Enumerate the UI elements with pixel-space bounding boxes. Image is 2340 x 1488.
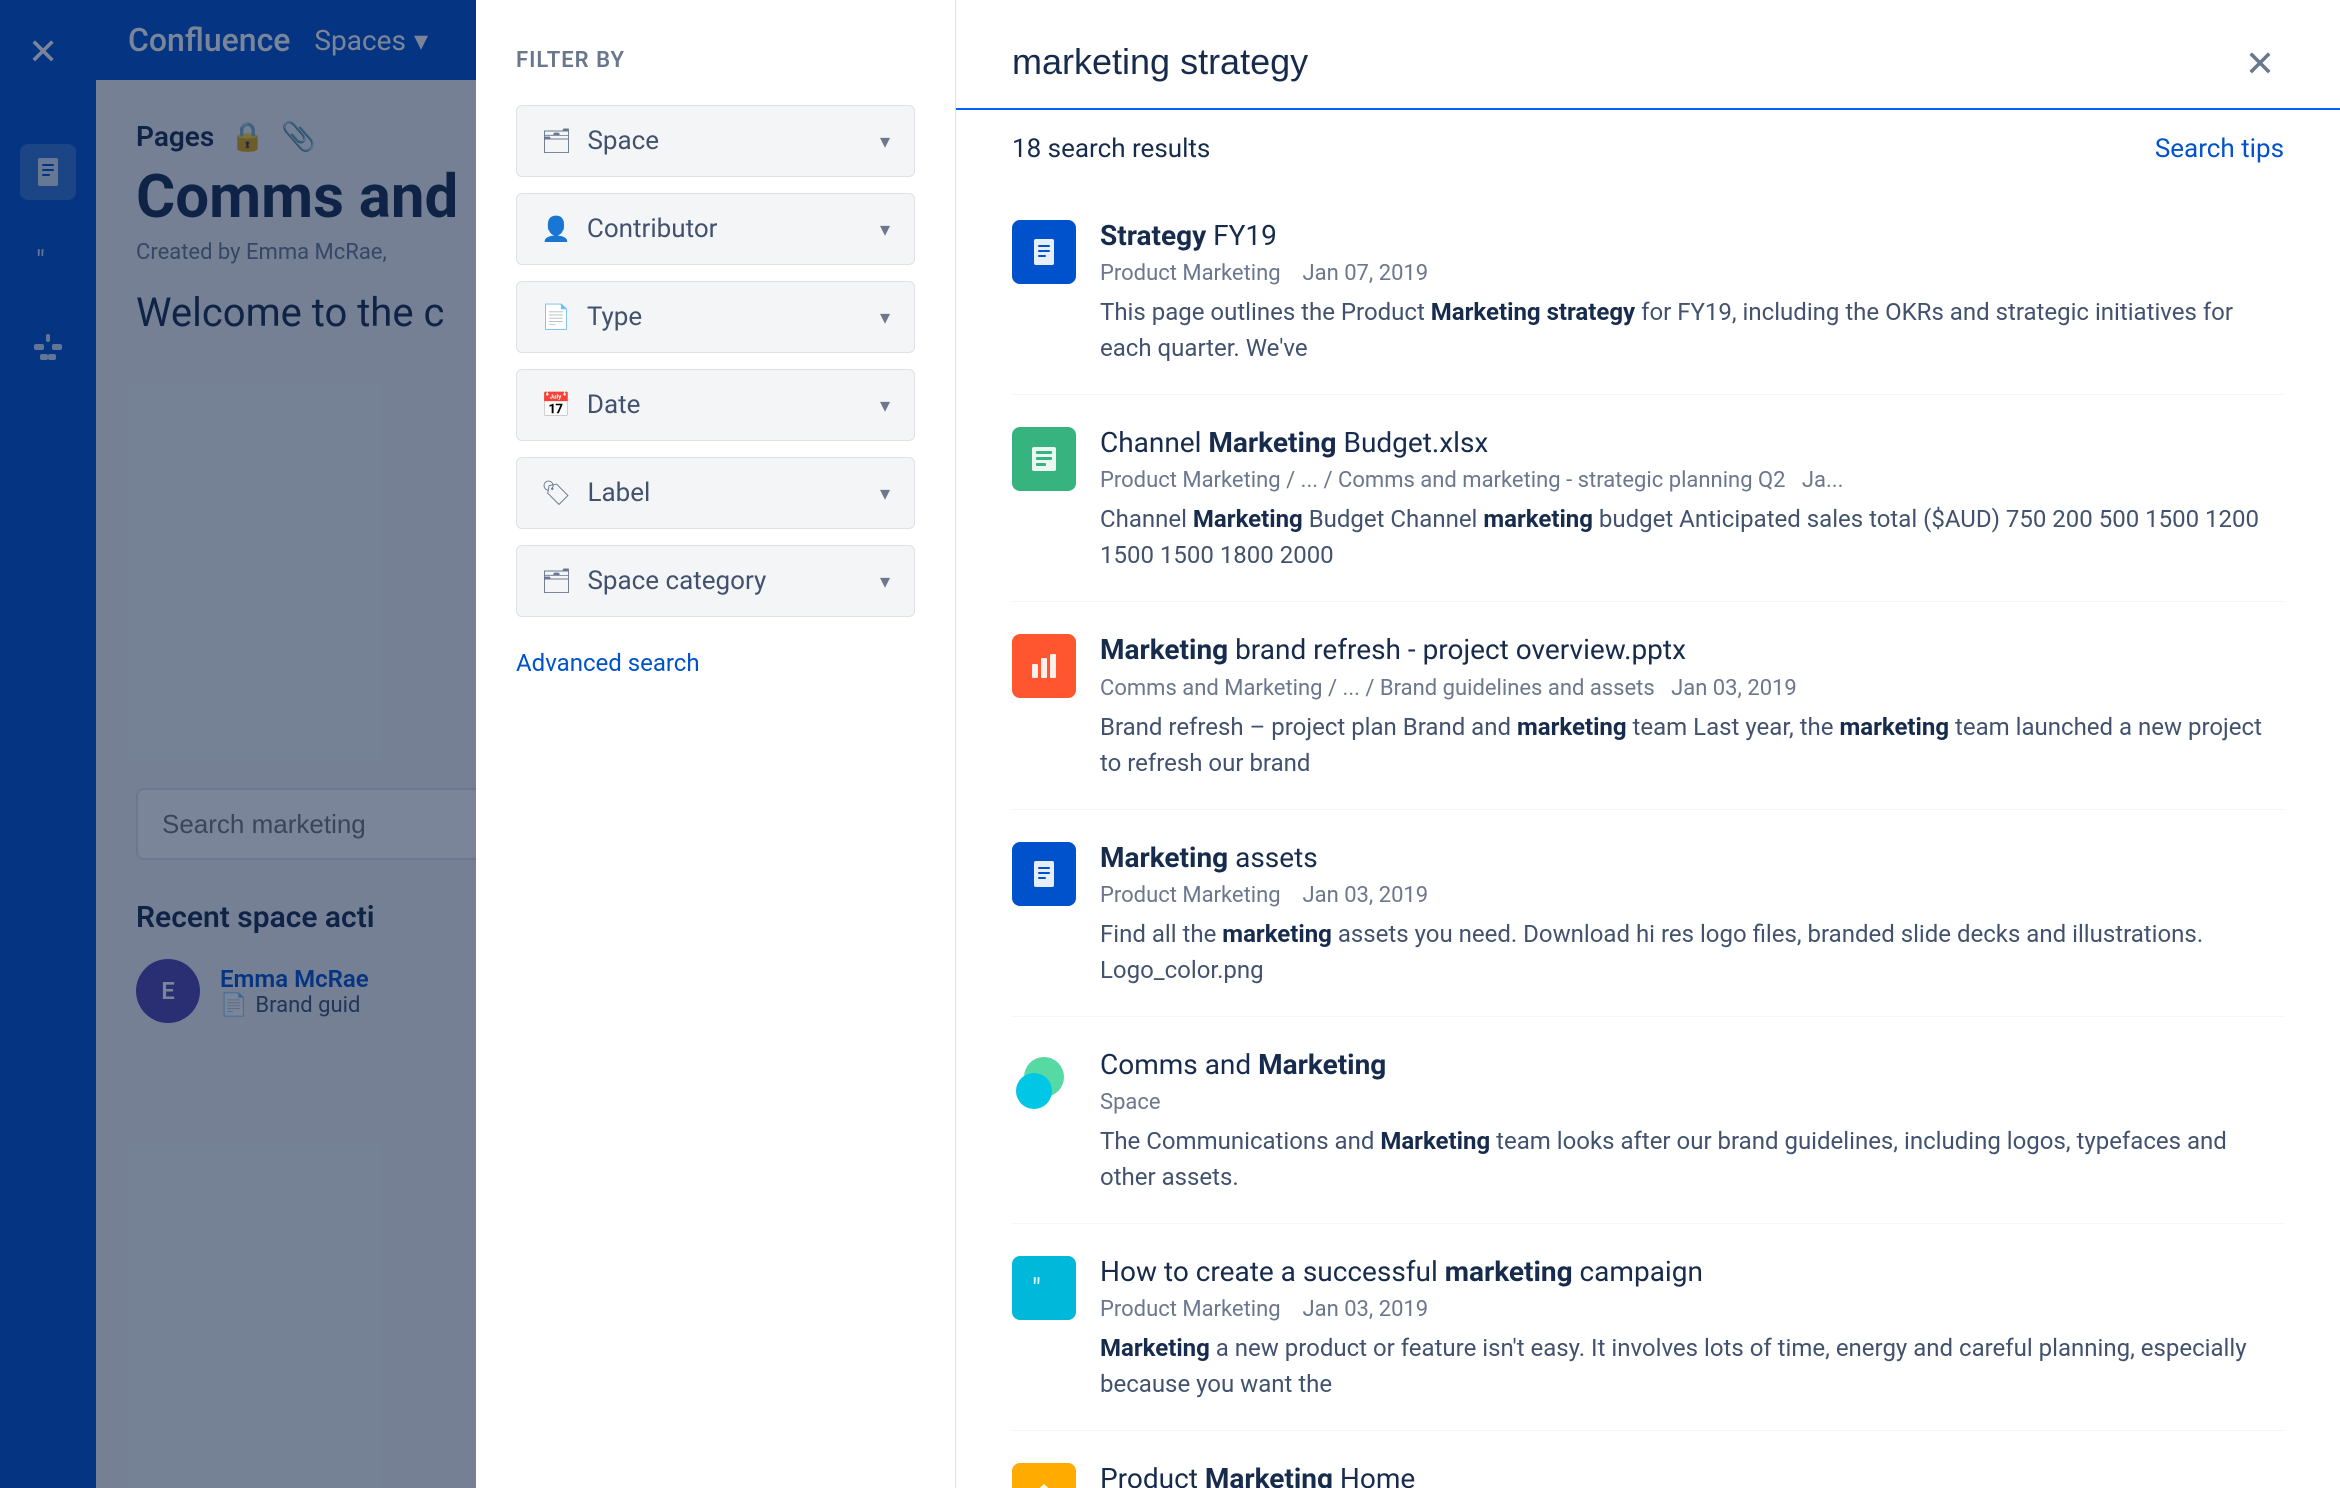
contributor-chevron-icon: ▾ [880, 217, 890, 241]
result-title: Product Marketing Home [1100, 1459, 2284, 1488]
result-content: How to create a successful marketing cam… [1100, 1252, 2284, 1402]
result-item[interactable]: Channel Marketing Budget.xlsx Product Ma… [1012, 395, 2284, 602]
date-chevron-icon: ▾ [880, 393, 890, 417]
contributor-filter-icon: 👤 [541, 215, 571, 243]
result-item[interactable]: Comms and Marketing Space The Communicat… [1012, 1017, 2284, 1224]
result-content: Marketing assets Product Marketing Jan 0… [1100, 838, 2284, 988]
svg-text:": " [1032, 1272, 1041, 1304]
result-meta: Product Marketing / ... / Comms and mark… [1100, 468, 2284, 493]
filter-space-category[interactable]: 🗂 Space category ▾ [516, 545, 915, 617]
result-title: Marketing brand refresh - project overvi… [1100, 630, 2284, 669]
result-meta: Space [1100, 1090, 2284, 1115]
result-item[interactable]: Marketing assets Product Marketing Jan 0… [1012, 810, 2284, 1017]
result-item[interactable]: Product Marketing Home Product Marketing… [1012, 1431, 2284, 1488]
results-count: 18 search results [1012, 134, 1210, 164]
filter-contributor-label: Contributor [587, 214, 880, 244]
space-chevron-icon: ▾ [880, 129, 890, 153]
result-title: Strategy FY19 [1100, 216, 2284, 255]
result-icon-quote: " [1012, 1256, 1076, 1320]
results-panel: ✕ 18 search results Search tips [956, 0, 2340, 1488]
filter-type-label: Type [587, 302, 880, 332]
result-snippet: This page outlines the Product Marketing… [1100, 294, 2284, 366]
advanced-search-link[interactable]: Advanced search [516, 649, 700, 677]
filter-label-label: Label [587, 478, 879, 508]
result-icon-space [1012, 1049, 1076, 1113]
result-meta: Product Marketing Jan 03, 2019 [1100, 1297, 2284, 1322]
result-content: Strategy FY19 Product Marketing Jan 07, … [1100, 216, 2284, 366]
result-icon-doc [1012, 220, 1076, 284]
result-title: Comms and Marketing [1100, 1045, 2284, 1084]
space-filter-icon: 🗂 [541, 127, 571, 155]
result-snippet: Marketing a new product or feature isn't… [1100, 1330, 2284, 1402]
search-input-area: ✕ [956, 0, 2340, 110]
space-category-filter-icon: 🗂 [541, 567, 571, 595]
result-title: How to create a successful marketing cam… [1100, 1252, 2284, 1291]
result-title: Channel Marketing Budget.xlsx [1100, 423, 2284, 462]
result-icon-home [1012, 1463, 1076, 1488]
result-snippet: Channel Marketing Budget Channel marketi… [1100, 501, 2284, 573]
result-title: Marketing assets [1100, 838, 2284, 877]
filter-space[interactable]: 🗂 Space ▾ [516, 105, 915, 177]
filter-space-category-label: Space category [587, 566, 879, 596]
filter-space-label: Space [587, 126, 879, 156]
result-item[interactable]: Marketing brand refresh - project overvi… [1012, 602, 2284, 809]
search-modal: FILTER BY 🗂 Space ▾ 👤 Contributor ▾ 📄 Ty… [0, 0, 2340, 1488]
date-filter-icon: 📅 [541, 391, 571, 419]
filter-by-label: FILTER BY [516, 48, 915, 73]
result-item[interactable]: " How to create a successful marketing c… [1012, 1224, 2284, 1431]
result-content: Product Marketing Home Product Marketing… [1100, 1459, 2284, 1488]
search-input[interactable] [1012, 41, 2220, 107]
result-content: Marketing brand refresh - project overvi… [1100, 630, 2284, 780]
result-item[interactable]: Strategy FY19 Product Marketing Jan 07, … [1012, 188, 2284, 395]
result-snippet: The Communications and Marketing team lo… [1100, 1123, 2284, 1195]
result-meta: Product Marketing Jan 03, 2019 [1100, 883, 2284, 908]
filter-contributor[interactable]: 👤 Contributor ▾ [516, 193, 915, 265]
label-filter-icon: 🏷 [541, 479, 571, 507]
results-list: Strategy FY19 Product Marketing Jan 07, … [956, 188, 2340, 1488]
filter-label[interactable]: 🏷 Label ▾ [516, 457, 915, 529]
result-meta: Comms and Marketing / ... / Brand guidel… [1100, 676, 2284, 701]
space-category-chevron-icon: ▾ [880, 569, 890, 593]
filter-date-label: Date [587, 390, 880, 420]
result-snippet: Find all the marketing assets you need. … [1100, 916, 2284, 988]
result-content: Comms and Marketing Space The Communicat… [1100, 1045, 2284, 1195]
clear-search-button[interactable]: ✕ [2236, 40, 2284, 88]
type-filter-icon: 📄 [541, 303, 571, 331]
result-icon-doc2 [1012, 842, 1076, 906]
search-tips-link[interactable]: Search tips [2155, 134, 2284, 164]
filter-type[interactable]: 📄 Type ▾ [516, 281, 915, 353]
label-chevron-icon: ▾ [880, 481, 890, 505]
filter-sidebar: FILTER BY 🗂 Space ▾ 👤 Contributor ▾ 📄 Ty… [476, 0, 956, 1488]
result-meta: Product Marketing Jan 07, 2019 [1100, 261, 2284, 286]
result-icon-chart [1012, 634, 1076, 698]
result-icon-sheet [1012, 427, 1076, 491]
filter-date[interactable]: 📅 Date ▾ [516, 369, 915, 441]
results-header: 18 search results Search tips [956, 110, 2340, 188]
result-snippet: Brand refresh – project plan Brand and m… [1100, 709, 2284, 781]
result-content: Channel Marketing Budget.xlsx Product Ma… [1100, 423, 2284, 573]
type-chevron-icon: ▾ [880, 305, 890, 329]
